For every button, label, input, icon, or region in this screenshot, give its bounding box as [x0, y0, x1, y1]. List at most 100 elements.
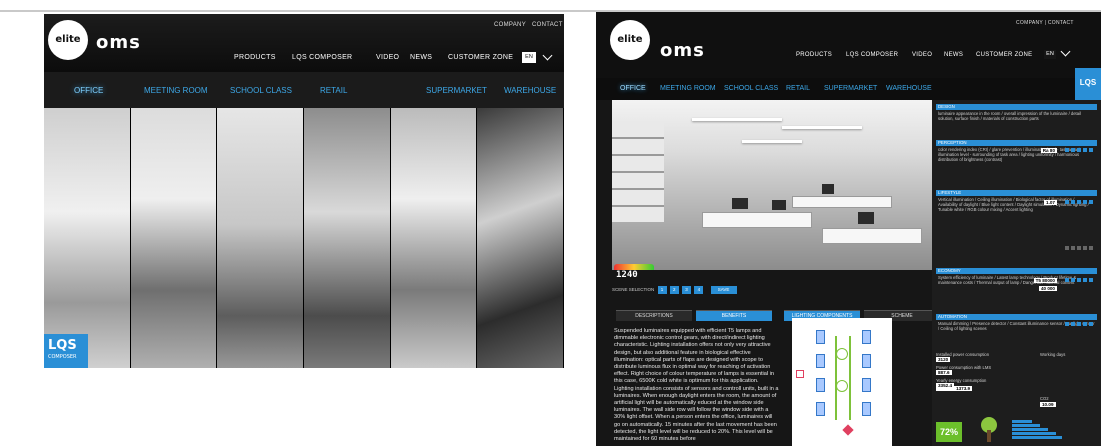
- energy-section: Installed power consumption 3120 Power c…: [936, 352, 1097, 407]
- lqs-badge-sub: COMPOSER: [48, 354, 77, 360]
- description-text: Suspended luminaires equipped with effic…: [614, 328, 779, 443]
- bookshelf: [612, 122, 664, 222]
- scheme-luminaire: [816, 378, 825, 392]
- tree-icon: [974, 416, 1004, 442]
- desk: [792, 196, 892, 208]
- scheme-sensor: [836, 348, 848, 360]
- scene-selection: SCENE SELECTION 1 2 3 4 SAVE: [612, 286, 932, 296]
- oms-brand[interactable]: oms: [660, 40, 705, 61]
- nav-customer-zone[interactable]: CUSTOMER ZONE: [976, 52, 1032, 58]
- nav-news[interactable]: NEWS: [410, 54, 432, 61]
- scene-4-button[interactable]: 4: [694, 286, 704, 294]
- photo-office[interactable]: [44, 108, 131, 368]
- tab-warehouse[interactable]: WAREHOUSE: [886, 85, 932, 92]
- room-photo-strip: [44, 108, 564, 368]
- top-link-contact[interactable]: CONTACT: [532, 22, 563, 28]
- language-select[interactable]: EN: [522, 52, 536, 63]
- rating-squares: [1065, 322, 1093, 326]
- perception-section: PERCEPTION color rendering index (CRI) /…: [936, 140, 1097, 164]
- rating-squares: [1065, 278, 1093, 282]
- co2-value: 10.09: [1040, 402, 1056, 407]
- top-link-company[interactable]: COMPANY: [494, 22, 526, 28]
- nav-video[interactable]: VIDEO: [912, 52, 932, 58]
- energy-value-2: 887.6: [936, 370, 952, 375]
- monitor: [772, 200, 786, 210]
- nav-products[interactable]: PRODUCTS: [796, 52, 832, 58]
- tab-supermarket[interactable]: SUPERMARKET: [426, 86, 487, 95]
- tab-retail[interactable]: RETAIL: [786, 85, 810, 92]
- scene-3-button[interactable]: 3: [682, 286, 692, 294]
- descriptions-button[interactable]: DESCRIPTIONS: [616, 310, 692, 321]
- tab-supermarket[interactable]: SUPERMARKET: [824, 85, 877, 92]
- rating-squares: [1065, 200, 1093, 204]
- scheme-luminaire: [862, 402, 871, 416]
- scene-save-button[interactable]: SAVE: [710, 286, 737, 294]
- nav-customer-zone[interactable]: CUSTOMER ZONE: [448, 54, 513, 61]
- tab-school-class[interactable]: SCHOOL CLASS: [230, 86, 292, 95]
- energy-value-1: 3120: [936, 357, 951, 362]
- nav-news[interactable]: NEWS: [944, 52, 963, 58]
- scene-selection-label: SCENE SELECTION: [612, 287, 655, 292]
- tag-icon: [842, 424, 854, 436]
- scheme-luminaire: [862, 354, 871, 368]
- scheme-wire: [849, 336, 851, 420]
- photo-retail[interactable]: [304, 108, 391, 368]
- website-screenshot-left: elite oms COMPANY CONTACT PRODUCTS LQS C…: [44, 14, 564, 368]
- economy-value-2: 40 000: [1038, 286, 1057, 291]
- scheme-luminaire: [816, 330, 825, 344]
- photo-school-class[interactable]: [217, 108, 305, 368]
- design-section: DESIGN luminaire appearance in the room …: [936, 104, 1097, 122]
- automation-section: AUTOMATION Manual dimming / Presence det…: [936, 314, 1097, 332]
- economy-section: ECONOMY System efficiency of luminaire /…: [936, 268, 1097, 291]
- website-screenshot-right: elite oms COMPANY | CONTACT PRODUCTS LQS…: [596, 12, 1101, 446]
- room-tabs-right: OFFICE MEETING ROOM SCHOOL CLASS RETAIL …: [596, 78, 1101, 100]
- tab-retail[interactable]: RETAIL: [320, 86, 347, 95]
- rating-squares: [1065, 148, 1093, 152]
- language-select[interactable]: EN: [1044, 50, 1056, 59]
- energy-value-3: 3352.4: [936, 383, 955, 391]
- lqs-composer-badge[interactable]: LQS COMPOSER: [44, 334, 88, 368]
- oms-brand[interactable]: oms: [96, 32, 141, 53]
- scheme-sensor: [836, 380, 848, 392]
- lighting-scheme-diagram[interactable]: [792, 318, 892, 446]
- scene-1-button[interactable]: 1: [657, 286, 667, 294]
- nav-lqs-composer[interactable]: LQS COMPOSER: [292, 54, 352, 61]
- co2-label: CO2: [1040, 396, 1049, 401]
- lifestyle-text: Vertical illumination / Ceiling illumina…: [938, 197, 1089, 213]
- lifestyle-value: 1.07: [1044, 200, 1057, 205]
- rating-squares: [1065, 246, 1093, 250]
- tab-office[interactable]: OFFICE: [74, 86, 103, 95]
- nav-video[interactable]: VIDEO: [376, 54, 399, 61]
- info-button-row-left: DESCRIPTIONS BENEFITS: [616, 310, 776, 324]
- scheme-luminaire: [862, 330, 871, 344]
- top-links[interactable]: COMPANY | CONTACT: [1016, 20, 1074, 26]
- office-3d-render[interactable]: [612, 100, 932, 270]
- photo-warehouse[interactable]: [477, 108, 564, 368]
- tab-office[interactable]: OFFICE: [620, 85, 646, 92]
- luminaire-quality-panel: DESIGN luminaire appearance in the room …: [932, 100, 1101, 446]
- economy-value-1: T5 80000: [1033, 278, 1057, 283]
- tab-warehouse[interactable]: WAREHOUSE: [504, 86, 556, 95]
- perception-value: Ra 80: [1040, 148, 1057, 153]
- photo-supermarket[interactable]: [390, 108, 478, 368]
- nav-lqs-composer[interactable]: LQS COMPOSER: [846, 52, 898, 58]
- efficiency-percent: 72%: [936, 422, 962, 442]
- tab-school-class[interactable]: SCHOOL CLASS: [724, 85, 778, 92]
- scheme-luminaire: [816, 402, 825, 416]
- tab-meeting-room[interactable]: MEETING ROOM: [144, 86, 208, 95]
- tab-meeting-room[interactable]: MEETING ROOM: [660, 85, 716, 92]
- nav-products[interactable]: PRODUCTS: [234, 54, 276, 61]
- energy-value-4: 1373.9: [954, 386, 973, 391]
- scene-2-button[interactable]: 2: [669, 286, 679, 294]
- lqs-badge[interactable]: LQS: [1075, 68, 1101, 102]
- design-text: luminaire appearance in the room / overa…: [938, 111, 1081, 122]
- chevron-down-icon[interactable]: [1060, 46, 1071, 57]
- desk: [822, 228, 922, 244]
- elite-logo[interactable]: elite: [610, 20, 650, 60]
- chevron-down-icon[interactable]: [542, 50, 553, 61]
- elite-logo[interactable]: elite: [48, 20, 88, 60]
- photo-meeting-room[interactable]: [130, 108, 218, 368]
- monitor: [858, 212, 874, 224]
- ceiling-luminaire: [692, 118, 782, 121]
- benefits-button[interactable]: BENEFITS: [696, 310, 772, 321]
